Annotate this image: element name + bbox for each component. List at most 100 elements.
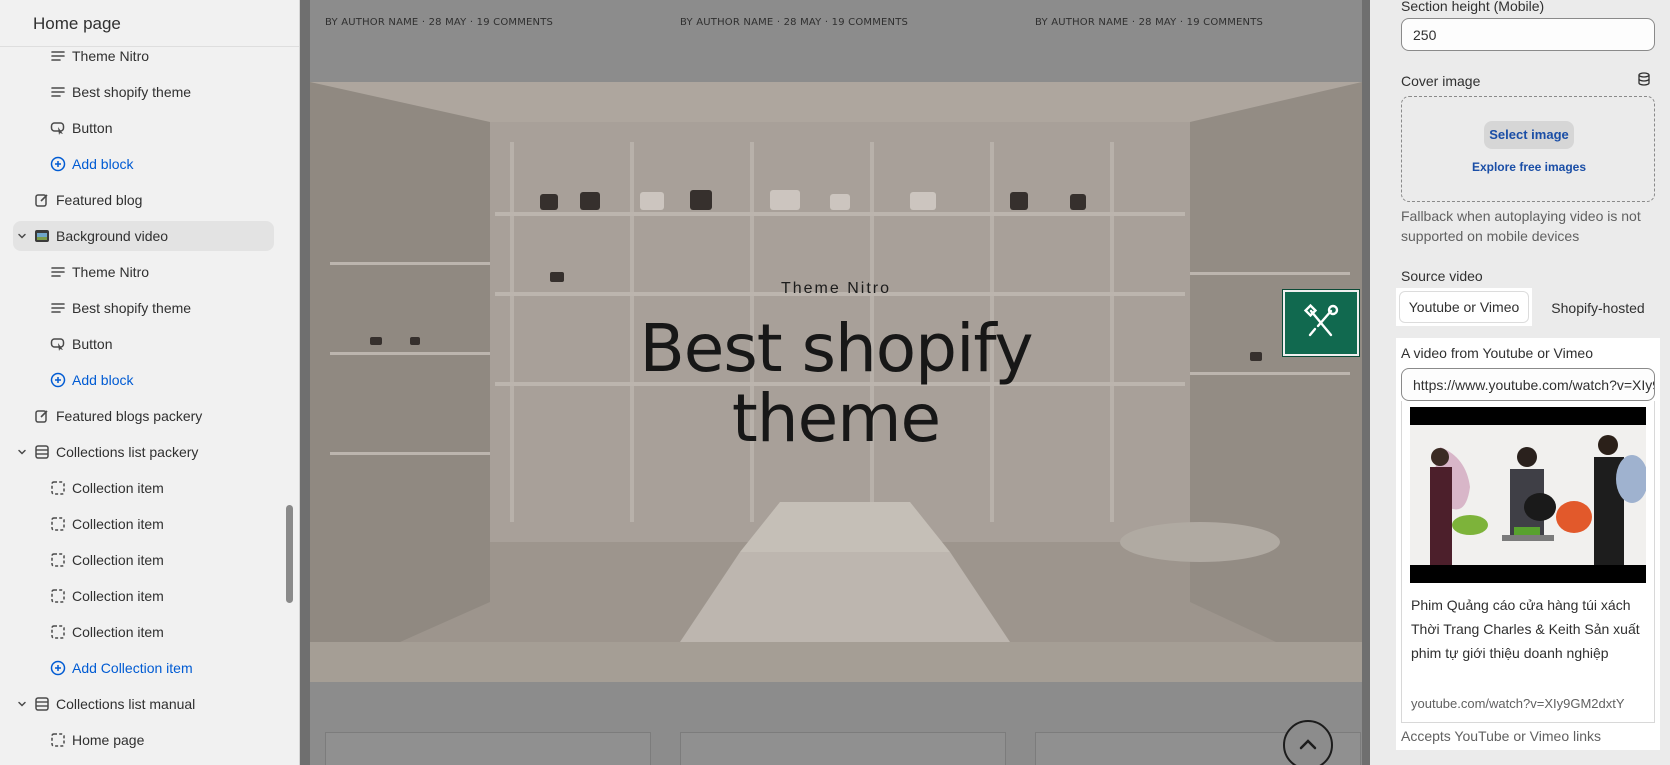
add-block-button[interactable]: Add block [0,365,290,395]
tree-item-label: Add Collection item [72,660,193,676]
youtube-video-field: A video from Youtube or Vimeo https://ww… [1396,338,1660,750]
video-url-label: A video from Youtube or Vimeo [1401,345,1593,361]
blog-meta: BY AUTHOR NAME · 28 MAY · 19 COMMENTS [680,17,909,28]
cover-image-dropzone[interactable]: Select image Explore free images [1401,96,1655,202]
tree-item-featured-blog[interactable]: Featured blog [0,185,290,215]
tree-item-label: Background video [56,228,169,244]
edit-icon [34,408,50,424]
cover-image-label: Cover image [1401,73,1481,89]
tree-item-best-shopify-theme[interactable]: Best shopify theme [0,77,290,107]
tree-item-label: Add block [72,372,134,388]
source-shopify-option[interactable]: Shopify-hosted [1540,292,1656,324]
tree-item-home-page[interactable]: Home page [0,725,290,755]
hero-subheading: Theme Nitro [780,280,892,297]
blog-meta: BY AUTHOR NAME · 28 MAY · 19 COMMENTS [1035,17,1264,28]
tree-item-collection-item[interactable]: Collection item [0,617,290,647]
tree-item-label: Collection item [72,588,164,604]
tree-item-label: Home page [72,732,145,748]
source-video-label: Source video [1401,268,1483,284]
tree-item-label: Collection item [72,624,164,640]
plus-circle-icon [50,372,66,388]
select-image-button[interactable]: Select image [1484,121,1574,149]
theme-tools-button[interactable] [1283,290,1359,356]
dashed-square-icon [50,552,66,568]
tree-item-label: Collection item [72,516,164,532]
tree-item-collection-item[interactable]: Collection item [0,545,290,575]
dashed-square-icon [50,732,66,748]
tree-item-collection-item[interactable]: Collection item [0,509,290,539]
source-youtube-option[interactable]: Youtube or Vimeo [1396,288,1532,326]
video-thumbnail [1410,407,1646,583]
video-title: Phim Quảng cáo cửa hàng túi xách Thời Tr… [1411,597,1640,661]
tree-item-collection-item[interactable]: Collection item [0,581,290,611]
tree-item-label: Best shopify theme [72,84,192,100]
tree-item-collections-list-manual[interactable]: Collections list manual [0,689,290,719]
section-height-input[interactable]: 250 [1401,18,1655,51]
theme-preview: BY AUTHOR NAME · 28 MAY · 19 COMMENTS BY… [300,0,1370,765]
tree-item-button[interactable]: Button [0,113,290,143]
thumbnail-image [1410,407,1646,583]
tree-item-theme-nitro[interactable]: Theme Nitro [0,257,290,287]
text-lines-icon [50,48,66,64]
cover-image-help: Fallback when autoplaying video is not s… [1401,208,1641,244]
tools-icon [1303,303,1339,337]
dashed-square-icon [50,624,66,640]
tree-item-label: Best shopify theme [72,300,192,316]
tree-item-background-video[interactable]: Background video [13,221,274,251]
chevron-down-icon[interactable] [16,230,28,242]
video-url-help: Accepts YouTube or Vimeo links [1401,728,1602,744]
blog-card[interactable] [325,732,651,765]
button-pointer-icon [50,336,66,352]
plus-circle-icon [50,660,66,676]
blog-card[interactable] [680,732,1006,765]
tree-item-featured-blogs-packery[interactable]: Featured blogs packery [0,401,290,431]
list-layout-icon [34,696,50,712]
sidebar-title: Home page [0,0,299,47]
dashed-square-icon [50,588,66,604]
chevron-down-icon[interactable] [16,446,28,458]
plus-circle-icon [50,156,66,172]
text-lines-icon [50,300,66,316]
tree-item-label: Collections list packery [56,444,199,460]
section-tree-sidebar: Home page Theme Nitro Best shopify theme B… [0,0,300,765]
tree-item-label: Featured blog [56,192,143,208]
tree-item-label: Collection item [72,480,164,496]
edit-icon [34,192,50,208]
add-block-button[interactable]: Add Collection item [0,653,290,683]
tree-item-label: Theme Nitro [72,48,150,64]
video-url-input[interactable]: https://www.youtube.com/watch?v=XIy9GM2d… [1401,368,1655,401]
tree-item-collections-list-packery[interactable]: Collections list packery [0,437,290,467]
sidebar-scrollbar[interactable] [286,505,293,603]
scroll-to-top-button[interactable] [1283,720,1333,765]
video-icon [34,228,50,244]
add-block-button[interactable]: Add block [0,149,290,179]
tree-item-label: Button [72,120,113,136]
tree-item-collection-item[interactable]: Collection item [0,473,290,503]
blog-meta: BY AUTHOR NAME · 28 MAY · 19 COMMENTS [325,17,554,28]
tree-item-label: Add block [72,156,134,172]
video-preview-card: Phim Quảng cáo cửa hàng túi xách Thời Tr… [1401,401,1655,723]
chevron-up-icon [1299,739,1317,750]
tree-item-theme-nitro[interactable]: Theme Nitro [0,41,290,71]
database-icon[interactable] [1637,72,1651,86]
tree-item-label: Collections list manual [56,696,196,712]
background-video-section[interactable]: Theme Nitro Best shopify theme [310,82,1362,682]
chevron-down-icon[interactable] [16,698,28,710]
tree-item-label: Theme Nitro [72,264,150,280]
section-height-label: Section height (Mobile) [1401,0,1545,14]
text-lines-icon [50,264,66,280]
dashed-square-icon [50,480,66,496]
tree-item-label: Button [72,336,113,352]
text-lines-icon [50,84,66,100]
list-layout-icon [34,444,50,460]
preview-page: BY AUTHOR NAME · 28 MAY · 19 COMMENTS BY… [310,0,1362,765]
explore-free-images-link[interactable]: Explore free images [1402,160,1656,174]
source-youtube-label: Youtube or Vimeo [1399,291,1529,323]
tree-item-best-shopify-theme[interactable]: Best shopify theme [0,293,290,323]
hero-heading: Best shopify theme [639,310,1033,457]
section-settings-panel: Section height (Mobile) 250 Cover image … [1370,0,1670,765]
button-pointer-icon [50,120,66,136]
video-short-url: youtube.com/watch?v=XIy9GM2dxtY [1411,696,1625,711]
tree-item-button[interactable]: Button [0,329,290,359]
dashed-square-icon [50,516,66,532]
